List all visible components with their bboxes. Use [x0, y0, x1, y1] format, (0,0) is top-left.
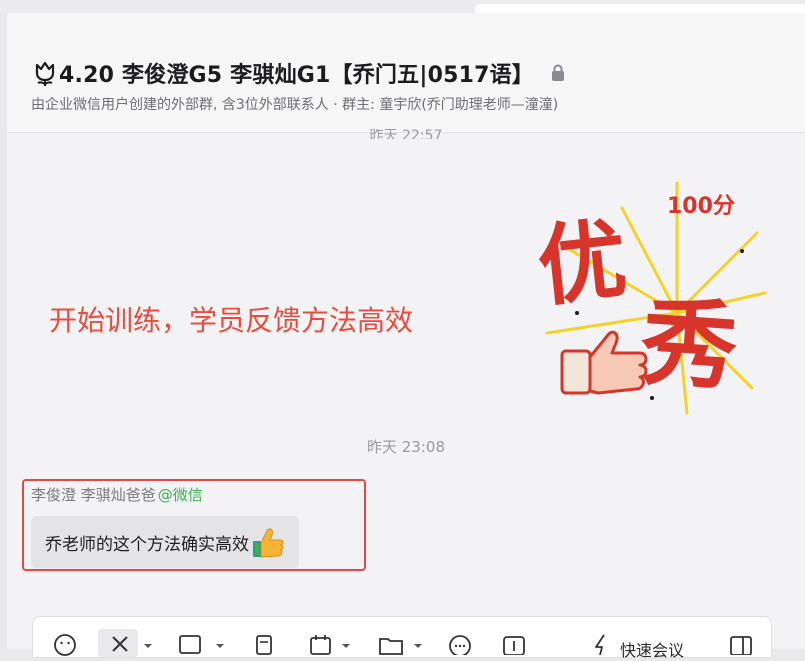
tulip-icon	[31, 59, 59, 87]
sticker-char-1: 优	[533, 206, 631, 319]
chevron-down-icon[interactable]	[143, 633, 153, 655]
sticker-char-2: 秀	[636, 285, 741, 404]
wechat-tag: @微信	[157, 486, 203, 504]
lock-icon[interactable]	[550, 64, 566, 82]
timestamp-partial: 昨天 22:57	[369, 129, 443, 139]
folder-icon[interactable]	[378, 633, 403, 655]
chevron-down-icon[interactable]	[341, 633, 351, 655]
slogan-text: 开始训练，学员反馈方法高效	[49, 304, 414, 337]
chat-title: 4.20 李俊澄G5 李骐灿G1【乔门五|0517语】	[59, 63, 534, 88]
browser-top-strip	[0, 0, 805, 13]
message-bubble[interactable]: 乔老师的这个方法确实高效	[31, 516, 299, 568]
message-text: 乔老师的这个方法确实高效	[45, 534, 249, 555]
image-icon[interactable]	[178, 633, 201, 655]
composer-toolbar: 快速会议	[32, 616, 772, 661]
chat-subtitle: 由企业微信用户创建的外部群, 含3位外部联系人 · 群主: 童宇欣(乔门助理老师…	[31, 97, 559, 113]
plus-box-icon[interactable]	[501, 633, 525, 655]
quick-meeting-button[interactable]: 快速会议	[620, 637, 684, 661]
scissors-icon[interactable]	[109, 633, 131, 655]
sticker-score: 100分	[667, 194, 735, 219]
document-icon[interactable]	[253, 633, 275, 655]
chat-title-row: 4.20 李俊澄G5 李骐灿G1【乔门五|0517语】	[31, 57, 566, 89]
chevron-down-icon[interactable]	[413, 633, 423, 655]
calendar-icon[interactable]	[308, 633, 331, 655]
chat-more-icon[interactable]	[447, 633, 471, 655]
sender-name[interactable]: 李俊澄 李骐灿爸爸	[31, 486, 156, 504]
thumbs-up-icon	[251, 525, 285, 559]
top-tab	[475, 4, 805, 13]
emoji-icon[interactable]	[53, 633, 76, 656]
excellent-sticker[interactable]: 100分 优 秀	[527, 173, 767, 418]
lightning-icon[interactable]	[591, 633, 613, 655]
chat-window: 4.20 李俊澄G5 李骐灿G1【乔门五|0517语】 由企业微信用户创建的外部…	[7, 13, 805, 660]
timestamp: 昨天 23:08	[367, 438, 445, 456]
sidebar-icon[interactable]	[729, 633, 752, 655]
chat-header: 4.20 李俊澄G5 李骐灿G1【乔门五|0517语】 由企业微信用户创建的外部…	[7, 13, 805, 133]
sender-line: 李俊澄 李骐灿爸爸 @微信	[31, 484, 203, 505]
chevron-down-icon[interactable]	[215, 633, 225, 655]
